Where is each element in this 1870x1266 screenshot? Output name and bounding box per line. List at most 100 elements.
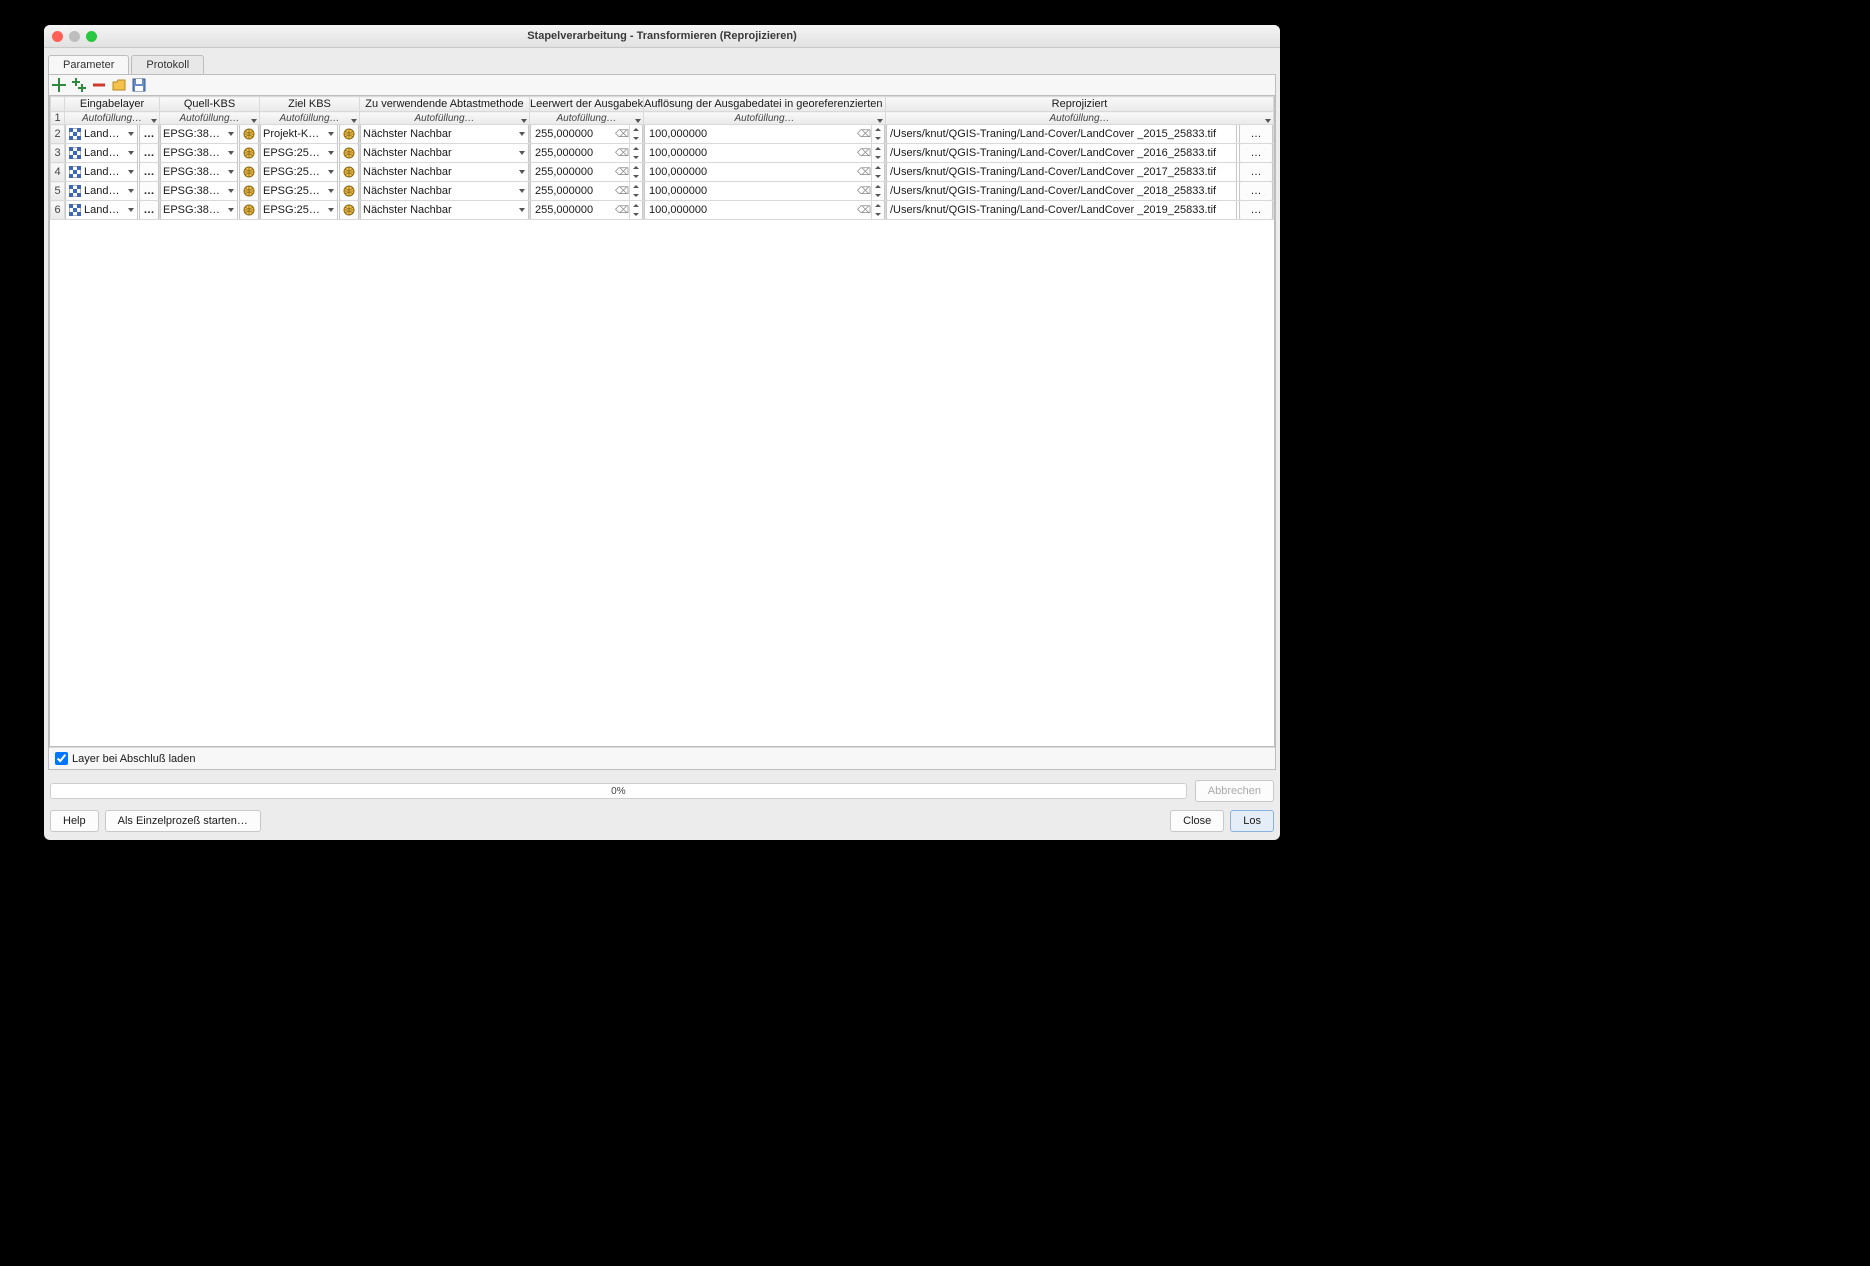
clear-icon[interactable]: ⌫ <box>857 148 871 159</box>
autofill-src[interactable]: Autofüllung… <box>160 112 260 125</box>
load-on-finish-checkbox[interactable] <box>55 752 68 765</box>
resolution-field[interactable]: 100,000000 ⌫ <box>644 163 885 182</box>
output-path-field[interactable]: /Users/knut/QGIS-Traning/Land-Cover/Land… <box>886 144 1237 163</box>
col-out[interactable]: Reprojiziert <box>886 97 1274 112</box>
output-path-field[interactable]: /Users/knut/QGIS-Traning/Land-Cover/Land… <box>886 163 1237 182</box>
stepper-down-icon[interactable] <box>872 191 884 200</box>
output-path-field[interactable]: /Users/knut/QGIS-Traning/Land-Cover/Land… <box>886 125 1237 144</box>
output-browse-button[interactable]: … <box>1239 163 1273 182</box>
clear-icon[interactable]: ⌫ <box>857 129 871 140</box>
stepper-up-icon[interactable] <box>630 182 642 191</box>
remove-row-icon[interactable] <box>91 77 107 93</box>
row-header[interactable]: 4 <box>51 163 65 182</box>
source-crs-picker-button[interactable] <box>239 144 259 163</box>
stepper-down-icon[interactable] <box>630 153 642 162</box>
row-header-1[interactable]: 1 <box>51 112 65 125</box>
stepper-down-icon[interactable] <box>630 172 642 181</box>
target-crs-combo[interactable]: Projekt-KBS: EI <box>260 125 338 144</box>
resample-method-combo[interactable]: Nächster Nachbar <box>360 201 529 220</box>
input-layer-browse-button[interactable]: … <box>139 144 159 163</box>
clear-icon[interactable]: ⌫ <box>615 205 629 216</box>
col-null[interactable]: Leerwert der Ausgabekanäle <box>530 97 644 112</box>
add-rows-icon[interactable] <box>71 77 87 93</box>
autofill-dst[interactable]: Autofüllung… <box>260 112 360 125</box>
target-crs-combo[interactable]: EPSG:25833 - I <box>260 144 338 163</box>
input-layer-combo[interactable]: LandCover _ <box>65 144 138 163</box>
stepper-up-icon[interactable] <box>872 201 884 210</box>
input-layer-browse-button[interactable]: … <box>139 163 159 182</box>
nodata-field[interactable]: 255,000000 ⌫ <box>530 182 643 201</box>
resample-method-combo[interactable]: Nächster Nachbar <box>360 144 529 163</box>
output-browse-button[interactable]: … <box>1239 125 1273 144</box>
stepper-up-icon[interactable] <box>872 182 884 191</box>
input-layer-combo[interactable]: LandCover _ <box>65 201 138 220</box>
help-button[interactable]: Help <box>50 810 99 832</box>
target-crs-picker-button[interactable] <box>339 125 359 144</box>
col-method[interactable]: Zu verwendende Abtastmethode <box>360 97 530 112</box>
source-crs-combo[interactable]: EPSG:3857 - W <box>160 125 238 144</box>
autofill-out[interactable]: Autofüllung… <box>886 112 1274 125</box>
clear-icon[interactable]: ⌫ <box>615 167 629 178</box>
add-row-icon[interactable] <box>51 77 67 93</box>
go-button[interactable]: Los <box>1230 810 1274 832</box>
input-layer-combo[interactable]: LandCover _ <box>65 163 138 182</box>
source-crs-combo[interactable]: EPSG:3857 - W <box>160 201 238 220</box>
stepper-up-icon[interactable] <box>630 163 642 172</box>
stepper-down-icon[interactable] <box>630 134 642 143</box>
output-path-field[interactable]: /Users/knut/QGIS-Traning/Land-Cover/Land… <box>886 182 1237 201</box>
input-layer-combo[interactable]: LandCover _ <box>65 182 138 201</box>
source-crs-combo[interactable]: EPSG:3857 - W <box>160 182 238 201</box>
resample-method-combo[interactable]: Nächster Nachbar <box>360 163 529 182</box>
stepper-down-icon[interactable] <box>872 134 884 143</box>
cancel-button[interactable]: Abbrechen <box>1195 780 1274 802</box>
resolution-field[interactable]: 100,000000 ⌫ <box>644 144 885 163</box>
stepper-down-icon[interactable] <box>630 191 642 200</box>
resolution-field[interactable]: 100,000000 ⌫ <box>644 182 885 201</box>
output-browse-button[interactable]: … <box>1239 182 1273 201</box>
col-src[interactable]: Quell-KBS <box>160 97 260 112</box>
col-dst[interactable]: Ziel KBS <box>260 97 360 112</box>
input-layer-browse-button[interactable]: … <box>139 125 159 144</box>
input-layer-combo[interactable]: LandCover _ <box>65 125 138 144</box>
stepper-up-icon[interactable] <box>872 144 884 153</box>
resample-method-combo[interactable]: Nächster Nachbar <box>360 125 529 144</box>
target-crs-picker-button[interactable] <box>339 144 359 163</box>
nodata-field[interactable]: 255,000000 ⌫ <box>530 125 643 144</box>
col-res[interactable]: Auflösung der Ausgabedatei in georeferen… <box>644 97 886 112</box>
source-crs-picker-button[interactable] <box>239 182 259 201</box>
row-header[interactable]: 2 <box>51 125 65 144</box>
clear-icon[interactable]: ⌫ <box>857 205 871 216</box>
stepper-down-icon[interactable] <box>872 210 884 219</box>
source-crs-combo[interactable]: EPSG:3857 - W <box>160 144 238 163</box>
target-crs-picker-button[interactable] <box>339 182 359 201</box>
output-browse-button[interactable]: … <box>1239 201 1273 220</box>
source-crs-picker-button[interactable] <box>239 201 259 220</box>
save-icon[interactable] <box>131 77 147 93</box>
autofill-res[interactable]: Autofüllung… <box>644 112 886 125</box>
source-crs-combo[interactable]: EPSG:3857 - W <box>160 163 238 182</box>
row-header[interactable]: 5 <box>51 182 65 201</box>
stepper-up-icon[interactable] <box>630 144 642 153</box>
clear-icon[interactable]: ⌫ <box>615 129 629 140</box>
resolution-field[interactable]: 100,000000 ⌫ <box>644 201 885 220</box>
close-button[interactable]: Close <box>1170 810 1224 832</box>
row-header[interactable]: 3 <box>51 144 65 163</box>
resample-method-combo[interactable]: Nächster Nachbar <box>360 182 529 201</box>
stepper-down-icon[interactable] <box>872 153 884 162</box>
tab-parameter[interactable]: Parameter <box>48 55 129 74</box>
autofill-layer[interactable]: Autofüllung… <box>65 112 160 125</box>
source-crs-picker-button[interactable] <box>239 125 259 144</box>
resolution-field[interactable]: 100,000000 ⌫ <box>644 125 885 144</box>
target-crs-picker-button[interactable] <box>339 163 359 182</box>
target-crs-picker-button[interactable] <box>339 201 359 220</box>
target-crs-combo[interactable]: EPSG:25833 - I <box>260 182 338 201</box>
open-folder-icon[interactable] <box>111 77 127 93</box>
output-path-field[interactable]: /Users/knut/QGIS-Traning/Land-Cover/Land… <box>886 201 1237 220</box>
clear-icon[interactable]: ⌫ <box>857 167 871 178</box>
nodata-field[interactable]: 255,000000 ⌫ <box>530 163 643 182</box>
autofill-method[interactable]: Autofüllung… <box>360 112 530 125</box>
input-layer-browse-button[interactable]: … <box>139 201 159 220</box>
output-browse-button[interactable]: … <box>1239 144 1273 163</box>
clear-icon[interactable]: ⌫ <box>615 186 629 197</box>
autofill-null[interactable]: Autofüllung… <box>530 112 644 125</box>
